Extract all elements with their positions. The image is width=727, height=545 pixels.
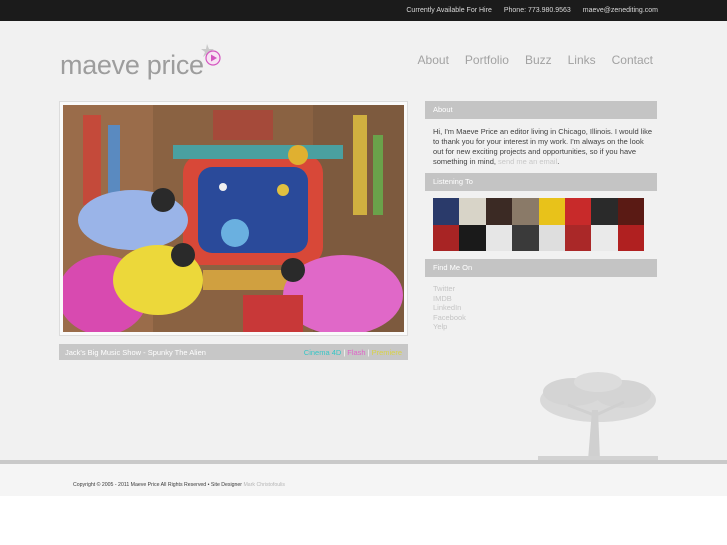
email-link[interactable]: maeve@zenediting.com [583,7,658,14]
yelp-link[interactable]: Yelp [433,323,466,332]
play-logo-icon [201,44,221,66]
linkedin-link[interactable]: LinkedIn [433,304,466,313]
nav-contact[interactable]: Contact [612,53,653,67]
twitter-link[interactable]: Twitter [433,284,466,294]
album-cover[interactable] [459,198,486,225]
album-cover[interactable] [564,198,592,225]
album-cover[interactable] [591,224,618,251]
nav-about[interactable]: About [418,53,449,67]
tree-illustration [538,372,658,462]
contact-strip: Currently Available For Hire Phone: 773.… [406,0,658,21]
album-cover[interactable] [538,198,565,225]
album-cover[interactable] [459,224,486,251]
listening-heading: Listening To [425,173,657,191]
copyright-text: Copyright © 2005 - 2011 Maeve Price All … [73,482,285,488]
video-title: Jack's Big Music Show - Spunky The Alien [65,347,206,357]
facebook-link[interactable]: Facebook [433,313,466,323]
nav-buzz[interactable]: Buzz [525,53,552,67]
video-caption-bar: Jack's Big Music Show - Spunky The Alien… [59,344,408,360]
find-me-heading: Find Me On [425,259,657,277]
about-paragraph: Hi, I'm Maeve Price an editor living in … [433,127,655,167]
album-cover[interactable] [485,224,513,251]
social-links: Twitter IMDB LinkedIn Facebook Yelp [433,284,466,332]
designer-link[interactable]: Mark Christofoulis [243,482,285,488]
album-cover[interactable] [617,224,644,251]
nav-links[interactable]: Links [568,53,596,67]
album-cover[interactable] [564,224,592,251]
site-logo[interactable]: maeve price [60,50,204,81]
footer [0,464,727,496]
tag-cinema4d[interactable]: Cinema 4D [304,348,342,357]
tag-separator: | [343,347,346,357]
top-bar: Currently Available For Hire Phone: 773.… [0,0,727,21]
album-cover[interactable] [512,198,539,225]
main-nav: About Portfolio Buzz Links Contact [418,53,653,67]
album-cover[interactable] [433,198,460,225]
video-still-image [63,105,404,332]
album-cover[interactable] [617,198,644,225]
imdb-link[interactable]: IMDB [433,294,466,304]
album-cover[interactable] [485,198,513,225]
phone-text: Phone: 773.980.9563 [503,7,571,14]
copyright-body: Copyright © 2005 - 2011 Maeve Price All … [73,482,243,488]
album-cover[interactable] [591,198,618,225]
video-player[interactable] [59,101,408,336]
about-heading: About [425,101,657,119]
tag-separator: | [367,347,370,357]
availability-text: Currently Available For Hire [406,7,492,14]
album-cover[interactable] [512,224,539,251]
nav-portfolio[interactable]: Portfolio [465,53,509,67]
album-cover[interactable] [538,224,565,251]
about-end: . [557,157,560,166]
tag-premiere[interactable]: Premiere [372,348,402,357]
email-me-link[interactable]: send me an email [498,157,557,166]
tag-flash[interactable]: Flash [347,348,365,357]
album-cover[interactable] [433,224,460,251]
video-tags: Cinema 4D | Flash | Premiere [304,348,402,357]
album-grid [433,198,644,251]
